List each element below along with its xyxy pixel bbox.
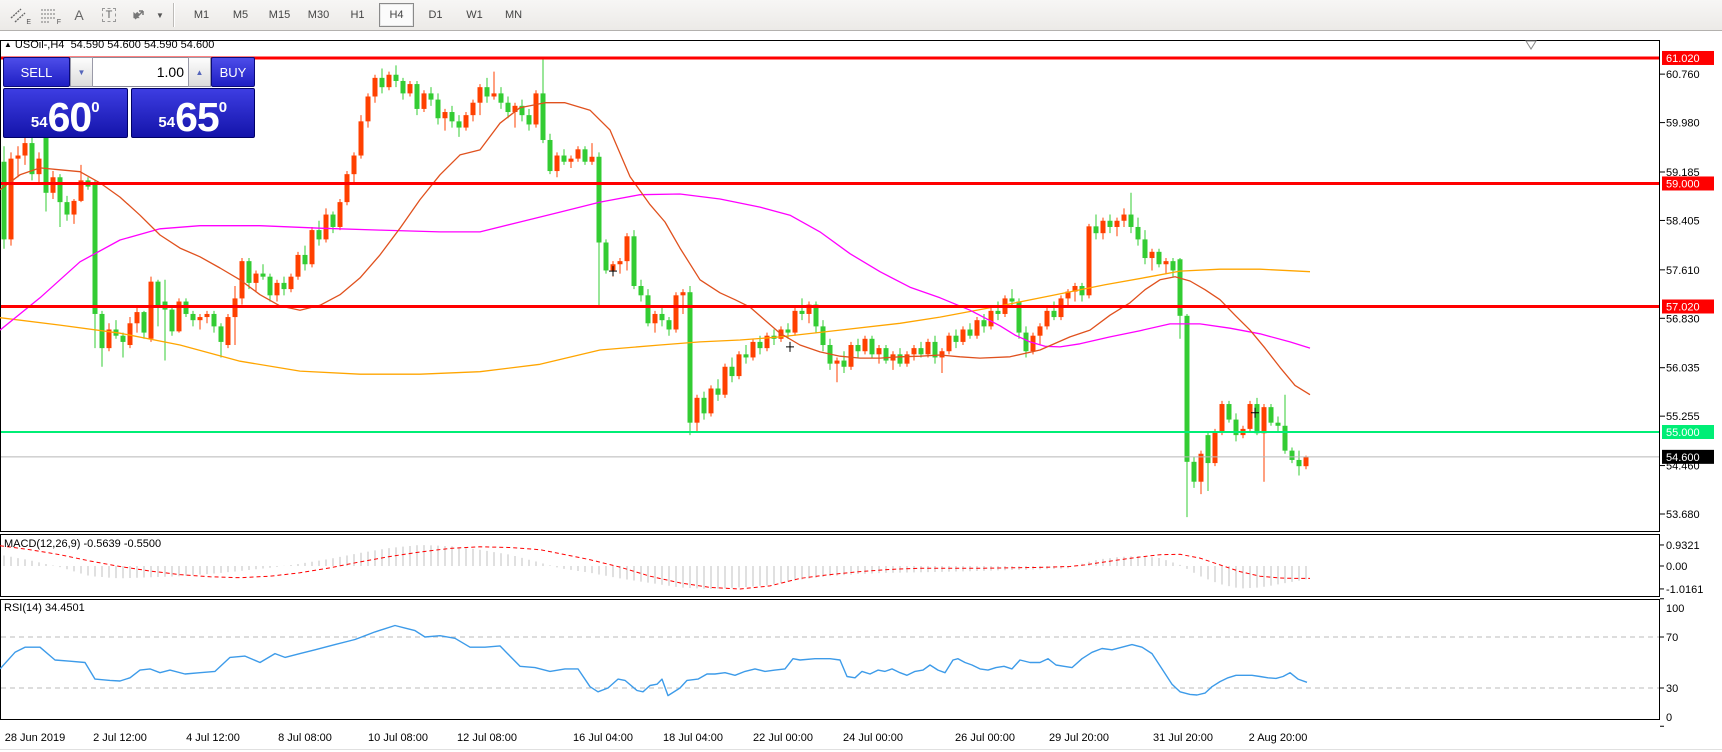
svg-text:56.830: 56.830 [1666, 313, 1700, 325]
panel-borders [1, 41, 1660, 720]
one-click-trade-panel: SELL ▼ ▲ BUY 54600 54650 [3, 57, 255, 138]
chart-title-symbol: USOil-,H4 [15, 39, 65, 51]
svg-text:55.000: 55.000 [1666, 427, 1700, 439]
volume-increase-button[interactable]: ▲ [188, 57, 211, 87]
buy-price-panel[interactable]: 54650 [131, 88, 256, 138]
svg-text:16 Jul 04:00: 16 Jul 04:00 [573, 732, 633, 744]
buy-button[interactable]: BUY [211, 57, 255, 87]
svg-text:60.760: 60.760 [1666, 69, 1700, 81]
macd-indicator-label: MACD(12,26,9) -0.5639 -0.5500 [4, 538, 161, 550]
svg-text:57.020: 57.020 [1666, 301, 1700, 313]
price-axis: 60.76059.98059.18558.40557.61056.83056.0… [1660, 51, 1714, 726]
ma-fast [0, 103, 1310, 395]
tab-timeframe-w1[interactable]: W1 [457, 3, 492, 27]
svg-text:56.035: 56.035 [1666, 363, 1700, 375]
sell-button[interactable]: SELL [3, 57, 70, 87]
svg-text:4 Jul 12:00: 4 Jul 12:00 [186, 732, 240, 744]
volume-decrease-button[interactable]: ▼ [70, 57, 93, 87]
svg-text:12 Jul 08:00: 12 Jul 08:00 [457, 732, 517, 744]
macd-panel [0, 545, 1310, 589]
svg-text:0.00: 0.00 [1666, 561, 1687, 573]
ma-fast [0, 103, 1310, 395]
svg-text:2 Aug 20:00: 2 Aug 20:00 [1249, 732, 1308, 744]
svg-text:-1.0161: -1.0161 [1666, 584, 1703, 596]
svg-text:30: 30 [1666, 683, 1678, 695]
svg-text:0: 0 [1666, 712, 1672, 724]
toolbar: E F A T ▼ M1 M5 M15 M [0, 0, 1722, 31]
chart-title-quotes: 54.590 54.600 54.590 54.600 [71, 39, 215, 51]
volume-input[interactable] [93, 57, 188, 87]
svg-text:18 Jul 04:00: 18 Jul 04:00 [663, 732, 723, 744]
chevron-up-icon: ▲ [196, 68, 204, 77]
text-label-tool-button[interactable]: A [66, 3, 92, 27]
text-box-icon: T [102, 8, 117, 22]
chevron-down-icon: ▼ [78, 68, 86, 77]
arrows-icon [131, 7, 147, 23]
fibonacci-icon [40, 7, 58, 23]
sell-price-pips: 60 [48, 99, 92, 136]
tab-timeframe-m15[interactable]: M15 [262, 3, 297, 27]
arrow-objects-button[interactable] [126, 3, 152, 27]
shift-marker-icon [1526, 41, 1536, 49]
buy-price-pips: 65 [175, 99, 219, 136]
svg-text:26 Jul 00:00: 26 Jul 00:00 [955, 732, 1015, 744]
tab-timeframe-m30[interactable]: M30 [301, 3, 336, 27]
rsi-panel [0, 626, 1659, 696]
svg-text:2 Jul 12:00: 2 Jul 12:00 [93, 732, 147, 744]
tab-timeframe-m1[interactable]: M1 [184, 3, 219, 27]
svg-text:8 Jul 08:00: 8 Jul 08:00 [278, 732, 332, 744]
buy-price-point: 0 [219, 99, 227, 116]
sell-price-whole: 54 [31, 114, 48, 131]
sell-price-panel[interactable]: 54600 [3, 88, 128, 138]
time-axis: 28 Jun 2019 2 Jul 12:00 4 Jul 12:00 8 Jul 0… [5, 732, 1308, 744]
equidistant-channel-tool-button[interactable]: E [6, 3, 32, 27]
tab-timeframe-h1[interactable]: H1 [340, 3, 375, 27]
buy-price-whole: 54 [158, 114, 175, 131]
tab-timeframe-mn[interactable]: MN [496, 3, 531, 27]
rsi-indicator-label: RSI(14) 34.4501 [4, 602, 85, 614]
toolbar-separator [173, 3, 175, 27]
svg-text:10 Jul 08:00: 10 Jul 08:00 [368, 732, 428, 744]
svg-text:53.680: 53.680 [1666, 509, 1700, 521]
svg-text:58.405: 58.405 [1666, 215, 1700, 227]
text-box-tool-button[interactable]: T [96, 3, 122, 27]
tab-timeframe-d1[interactable]: D1 [418, 3, 453, 27]
trading-platform-window: 60.76059.98059.18558.40557.61056.83056.0… [0, 0, 1722, 752]
icon-letter-e: E [26, 19, 31, 26]
chart-canvas[interactable]: 60.76059.98059.18558.40557.61056.83056.0… [0, 0, 1722, 752]
text-label-icon: A [74, 7, 83, 23]
svg-text:24 Jul 00:00: 24 Jul 00:00 [843, 732, 903, 744]
svg-text:22 Jul 00:00: 22 Jul 00:00 [753, 732, 813, 744]
svg-text:31 Jul 20:00: 31 Jul 20:00 [1153, 732, 1213, 744]
svg-text:59.000: 59.000 [1666, 178, 1700, 190]
svg-text:54.600: 54.600 [1666, 452, 1700, 464]
fibonacci-tool-button[interactable]: F [36, 3, 62, 27]
collapse-arrow-icon[interactable]: ▲ [4, 40, 12, 49]
svg-text:59.980: 59.980 [1666, 118, 1700, 130]
chart-title: ▲USOil-,H4 54.590 54.600 54.590 54.600 [4, 39, 214, 51]
svg-text:55.255: 55.255 [1666, 411, 1700, 423]
svg-text:57.610: 57.610 [1666, 265, 1700, 277]
svg-text:29 Jul 20:00: 29 Jul 20:00 [1049, 732, 1109, 744]
tab-timeframe-h4[interactable]: H4 [379, 3, 414, 27]
svg-text:0.9321: 0.9321 [1666, 540, 1700, 552]
svg-text:61.020: 61.020 [1666, 53, 1700, 65]
icon-letter-f: F [57, 19, 61, 26]
tab-timeframe-m5[interactable]: M5 [223, 3, 258, 27]
svg-text:70: 70 [1666, 632, 1678, 644]
svg-text:28 Jun 2019: 28 Jun 2019 [5, 732, 66, 744]
arrow-tools-dropdown[interactable]: ▼ [154, 3, 166, 27]
sell-price-point: 0 [91, 99, 99, 116]
svg-text:100: 100 [1666, 603, 1684, 615]
equidistant-channel-icon [10, 7, 28, 23]
